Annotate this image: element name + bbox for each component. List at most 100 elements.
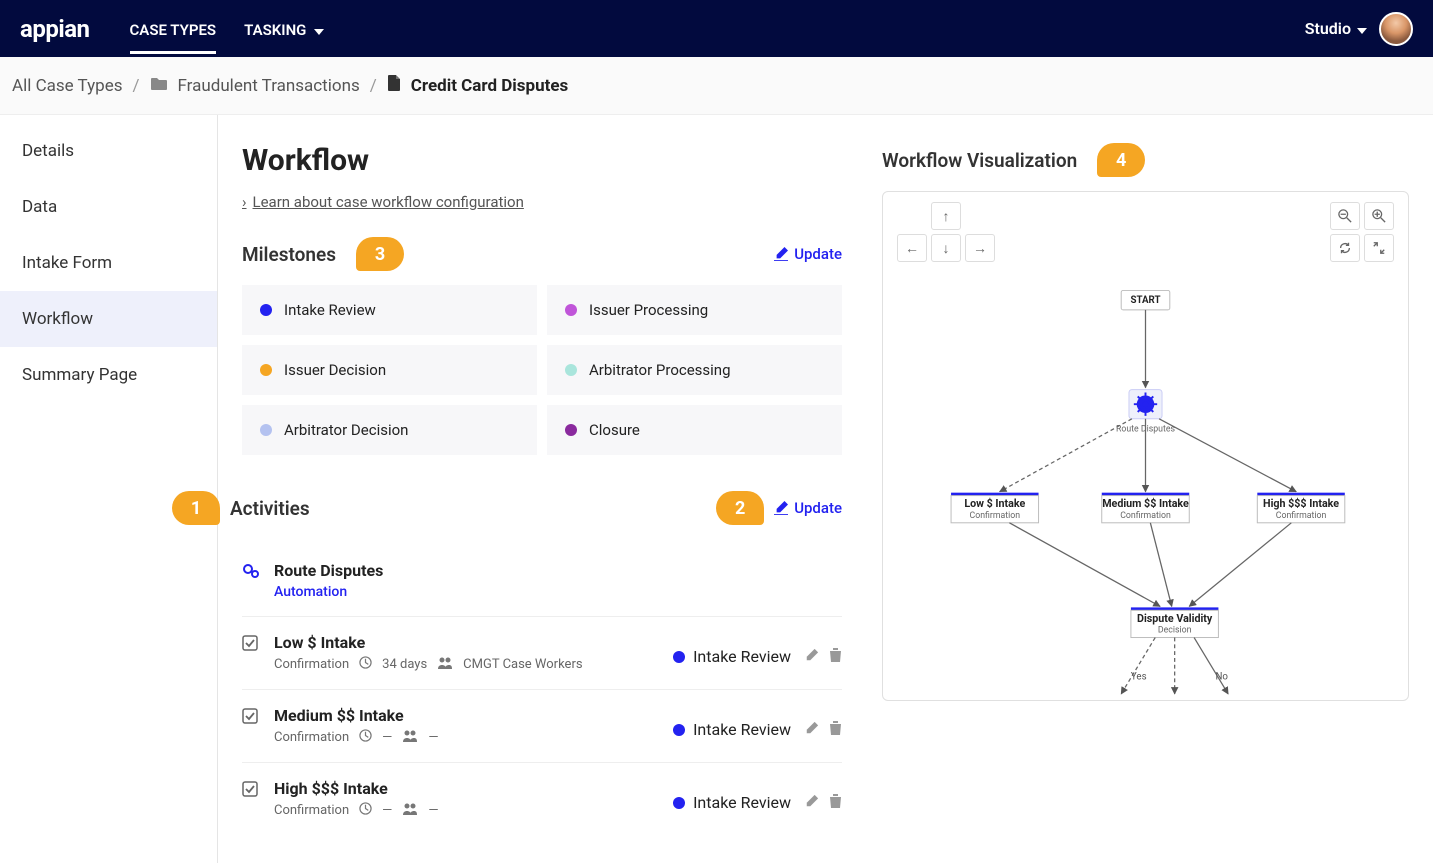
milestone-dot — [260, 424, 272, 436]
folder-icon — [150, 76, 168, 96]
milestone-dot — [565, 364, 577, 376]
workflow-diagram: START Route Disputes Low — [883, 192, 1408, 700]
refresh-button[interactable] — [1330, 234, 1360, 262]
tab-case-types[interactable]: CASE TYPES — [130, 3, 217, 54]
activity-subtype: Confirmation — [274, 803, 349, 818]
sidebar-item-data[interactable]: Data — [0, 179, 217, 235]
callout-4: 4 — [1097, 143, 1145, 177]
chevron-down-icon — [1355, 19, 1367, 38]
activities-title: Activities — [230, 497, 310, 520]
tab-tasking-label: TASKING — [244, 21, 306, 39]
activities-header: 1 Activities 2 Update — [242, 491, 842, 525]
avatar[interactable] — [1379, 12, 1413, 46]
activity-subtype: Confirmation — [274, 657, 349, 672]
milestone-issuer-decision: Issuer Decision — [242, 345, 537, 395]
activity-title: High $$$ Intake — [274, 779, 659, 798]
breadcrumb-root[interactable]: All Case Types — [12, 76, 122, 96]
breadcrumb-current: Credit Card Disputes — [411, 76, 569, 96]
milestone-dot — [260, 364, 272, 376]
check-square-icon — [242, 635, 260, 655]
milestones-grid: Intake Review Issuer Processing Issuer D… — [242, 285, 842, 455]
svg-text:Low $ Intake: Low $ Intake — [964, 497, 1025, 510]
activity-high-intake: High $$$ Intake Confirmation — — Intake … — [242, 763, 842, 835]
activity-duration: — — [382, 730, 392, 745]
milestones-update-link[interactable]: Update — [774, 245, 842, 263]
callout-2: 2 — [716, 491, 764, 525]
sidebar: Details Data Intake Form Workflow Summar… — [0, 115, 218, 863]
learn-link[interactable]: › Learn about case workflow configuratio… — [242, 193, 524, 211]
milestone-label: Arbitrator Decision — [284, 421, 408, 439]
edit-icon[interactable] — [805, 793, 819, 812]
svg-text:Decision: Decision — [1158, 626, 1192, 636]
app-header: appian CASE TYPES TASKING Studio — [0, 0, 1433, 57]
users-icon — [402, 729, 418, 746]
pan-left-button[interactable]: ← — [897, 234, 927, 262]
users-icon — [437, 656, 453, 673]
content: Workflow › Learn about case workflow con… — [218, 115, 1433, 863]
sidebar-item-workflow[interactable]: Workflow — [0, 291, 217, 347]
file-icon — [387, 75, 401, 96]
edit-icon[interactable] — [805, 647, 819, 666]
activity-subtype: Confirmation — [274, 730, 349, 745]
edit-icon — [774, 247, 788, 261]
header-right: Studio — [1305, 12, 1413, 46]
svg-text:Confirmation: Confirmation — [970, 511, 1021, 521]
activity-title: Low $ Intake — [274, 633, 659, 652]
clock-icon — [359, 729, 372, 746]
zoom-out-button[interactable] — [1330, 202, 1360, 230]
milestone-label: Arbitrator Processing — [589, 361, 731, 379]
visualization-canvas[interactable]: ↑ ← ↓ → — [882, 191, 1409, 701]
tab-tasking[interactable]: TASKING — [244, 3, 324, 54]
activities-update-link[interactable]: Update — [774, 499, 842, 517]
breadcrumb-folder[interactable]: Fraudulent Transactions — [178, 76, 360, 96]
chevron-right-icon: › — [242, 193, 247, 211]
activities-update-label: Update — [794, 499, 842, 517]
sidebar-item-details[interactable]: Details — [0, 123, 217, 179]
milestone-arbitrator-decision: Arbitrator Decision — [242, 405, 537, 455]
activity-assignee: — — [428, 803, 438, 818]
callout-1: 1 — [172, 491, 220, 525]
activity-assignee: CMGT Case Workers — [463, 657, 582, 672]
activity-subtype: Automation — [274, 584, 842, 600]
delete-icon[interactable] — [829, 793, 842, 812]
activity-milestone-label: Intake Review — [693, 720, 791, 739]
users-icon — [402, 802, 418, 819]
sidebar-item-intake-form[interactable]: Intake Form — [0, 235, 217, 291]
left-column: Workflow › Learn about case workflow con… — [242, 143, 842, 835]
svg-text:No: No — [1216, 671, 1229, 682]
activity-route-disputes: Route Disputes Automation — [242, 545, 842, 617]
milestone-label: Closure — [589, 421, 640, 439]
svg-text:High $$$ Intake: High $$$ Intake — [1263, 497, 1339, 510]
pan-right-button[interactable]: → — [965, 234, 995, 262]
milestone-label: Issuer Decision — [284, 361, 386, 379]
milestone-label: Issuer Processing — [589, 301, 708, 319]
milestones-update-label: Update — [794, 245, 842, 263]
milestone-dot — [260, 304, 272, 316]
delete-icon[interactable] — [829, 647, 842, 666]
milestones-title: Milestones — [242, 243, 336, 266]
visualization-title: Workflow Visualization — [882, 149, 1077, 172]
collapse-button[interactable] — [1364, 234, 1394, 262]
activity-milestone: Intake Review — [673, 779, 791, 812]
milestone-dot — [673, 651, 685, 663]
pan-up-button[interactable]: ↑ — [931, 202, 961, 230]
studio-dropdown[interactable]: Studio — [1305, 19, 1367, 38]
breadcrumb-separator: / — [370, 76, 377, 96]
pan-down-button[interactable]: ↓ — [931, 234, 961, 262]
activity-title: Medium $$ Intake — [274, 706, 659, 725]
milestone-label: Intake Review — [284, 301, 376, 319]
activity-milestone-label: Intake Review — [693, 793, 791, 812]
pan-controls: ↑ ← ↓ → — [897, 202, 995, 262]
sidebar-item-summary[interactable]: Summary Page — [0, 347, 217, 403]
edit-icon[interactable] — [805, 720, 819, 739]
nav-tabs: CASE TYPES TASKING — [130, 3, 1305, 54]
delete-icon[interactable] — [829, 720, 842, 739]
milestone-dot — [565, 304, 577, 316]
svg-text:Confirmation: Confirmation — [1276, 511, 1327, 521]
activity-low-intake: Low $ Intake Confirmation 34 days CMGT C… — [242, 617, 842, 690]
svg-text:START: START — [1131, 295, 1161, 306]
chevron-down-icon — [312, 21, 324, 39]
zoom-in-button[interactable] — [1364, 202, 1394, 230]
activity-milestone: Intake Review — [673, 633, 791, 666]
svg-text:Confirmation: Confirmation — [1120, 511, 1171, 521]
